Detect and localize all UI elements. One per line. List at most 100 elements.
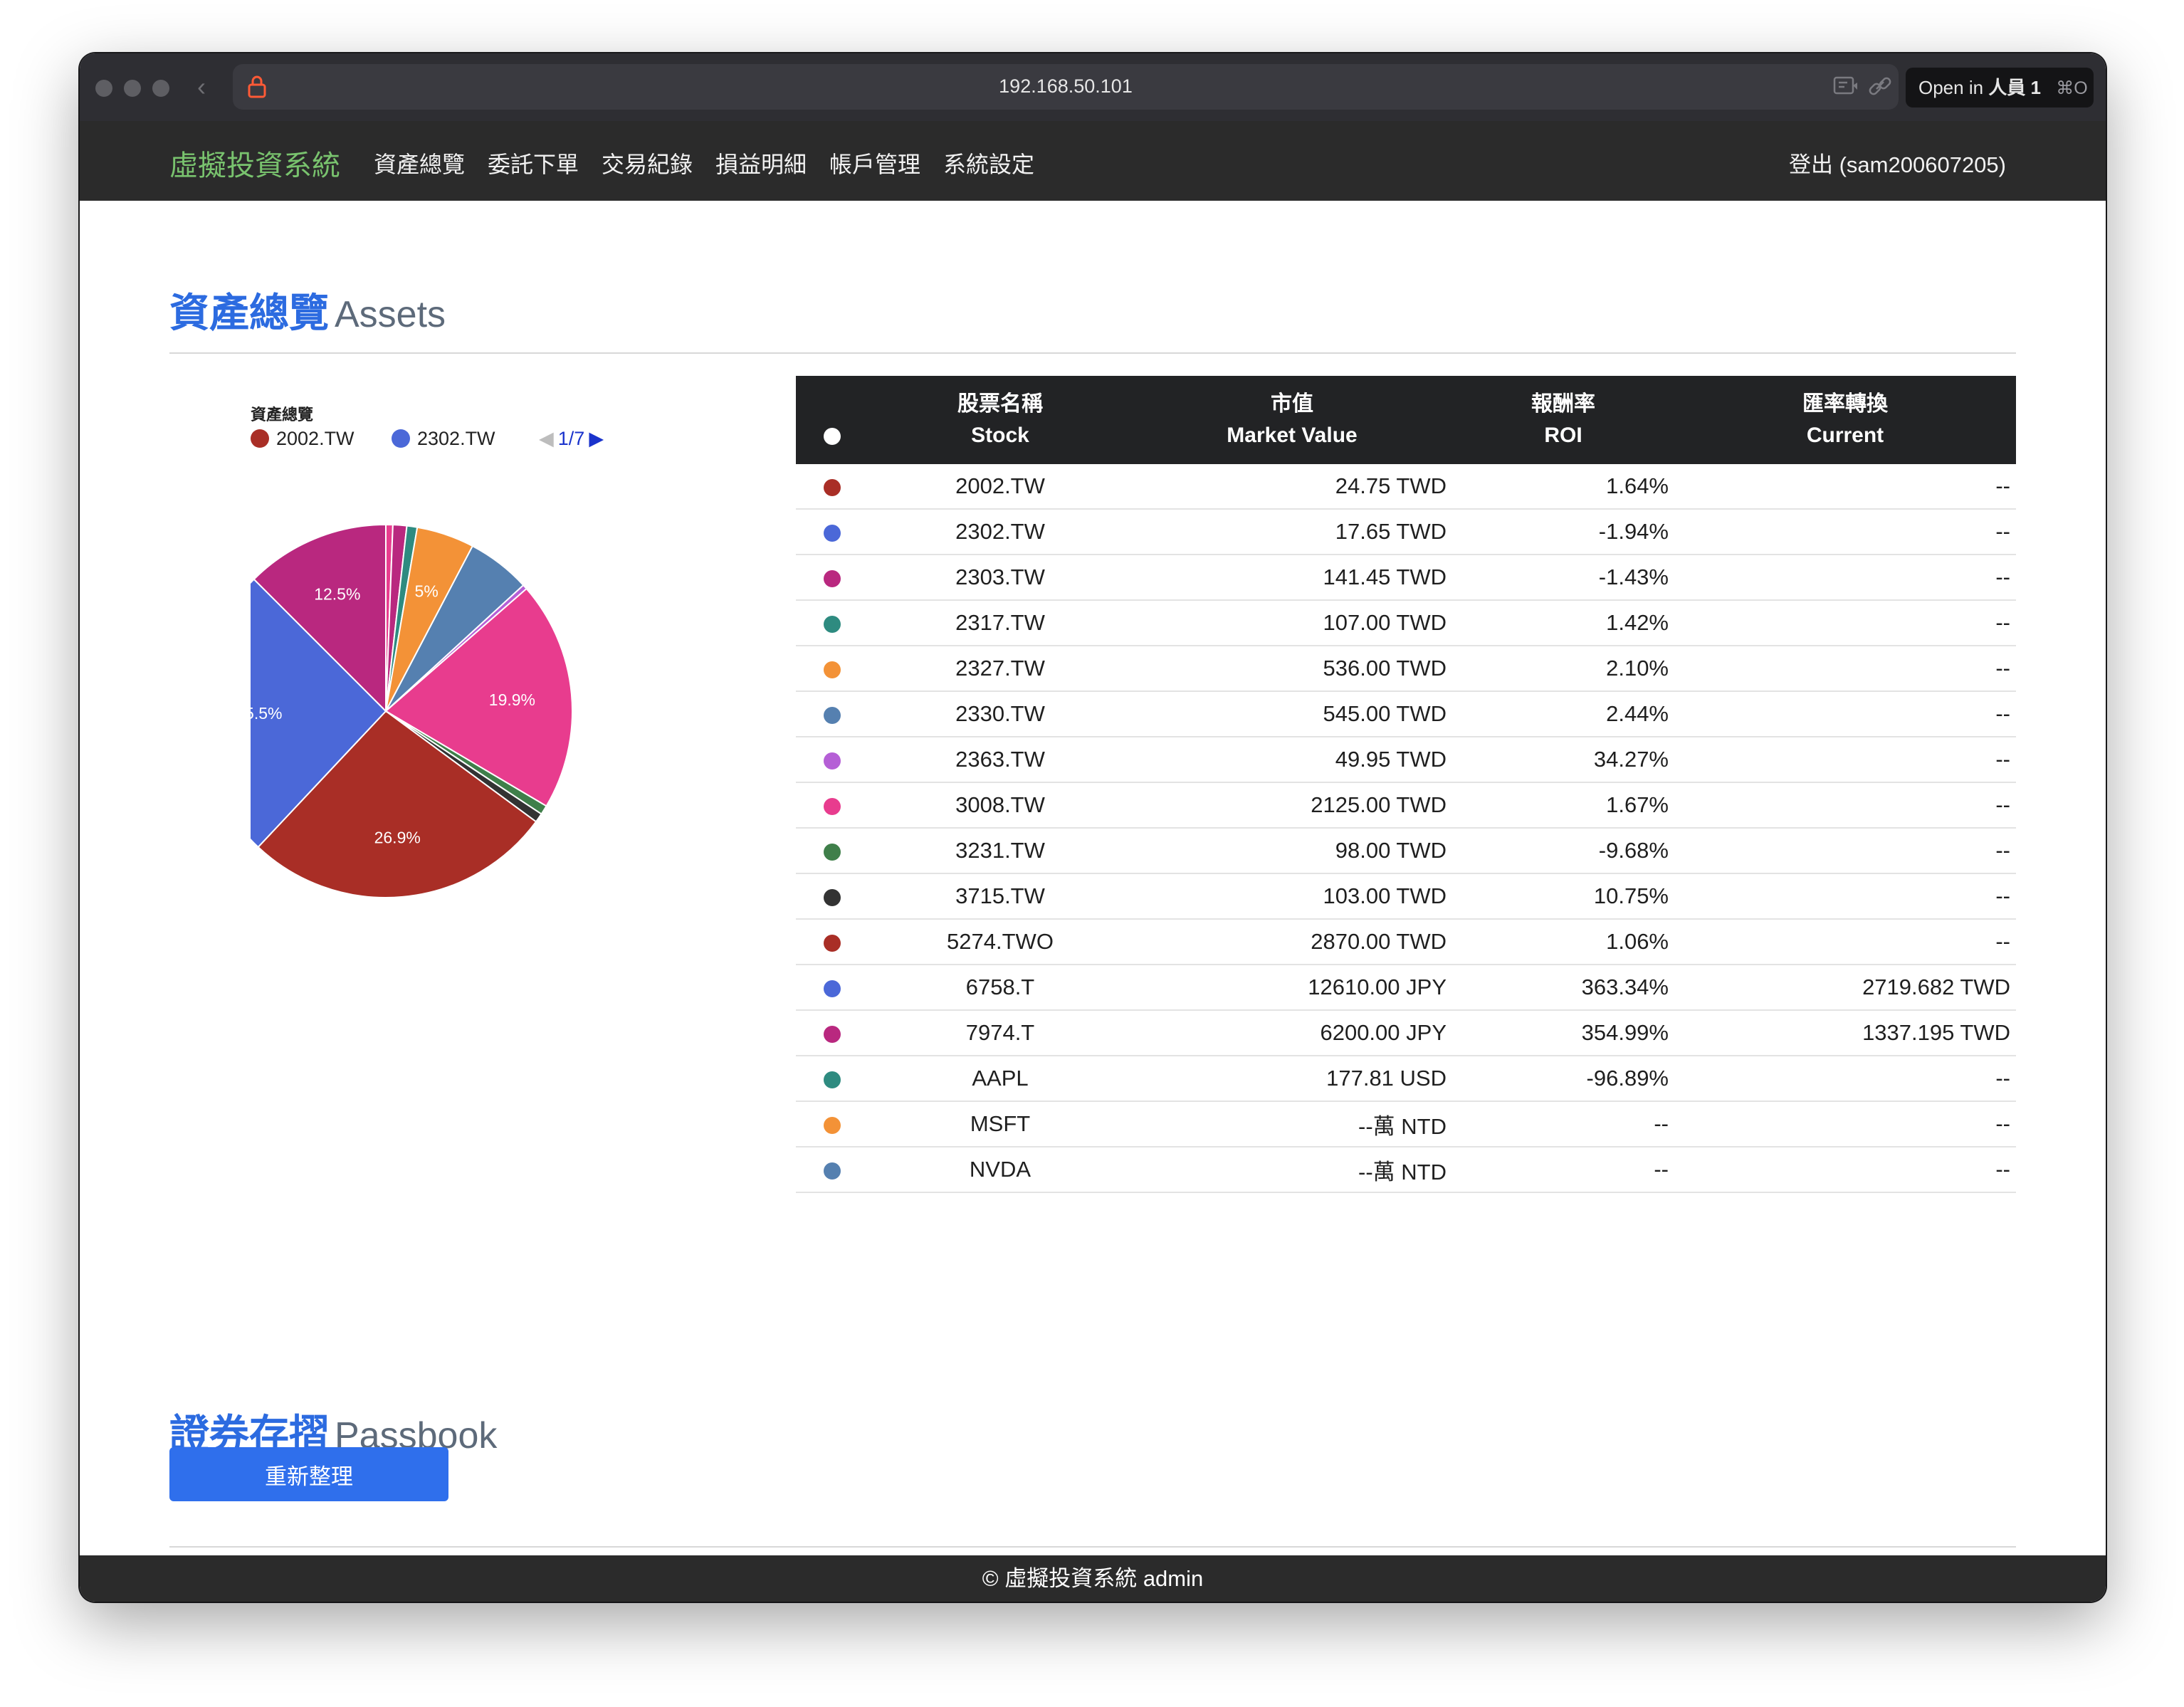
table-row[interactable]: MSFT --萬 NTD -- -- bbox=[796, 1101, 2016, 1147]
table-row[interactable]: 2317.TW 107.00 TWD 1.42% -- bbox=[796, 600, 2016, 646]
market-value: 545.00 TWD bbox=[1132, 691, 1452, 737]
row-dot-icon bbox=[824, 843, 841, 861]
table-row[interactable]: NVDA --萬 NTD -- -- bbox=[796, 1147, 2016, 1193]
divider bbox=[169, 352, 2016, 354]
header-cur-en: Current bbox=[1806, 424, 1884, 447]
header-stock[interactable]: 股票名稱 Stock bbox=[868, 376, 1132, 464]
table-row[interactable]: 3008.TW 2125.00 TWD 1.67% -- bbox=[796, 782, 2016, 829]
market-value: 98.00 TWD bbox=[1132, 828, 1452, 874]
row-dot-icon bbox=[824, 615, 841, 633]
roi-value: 363.34% bbox=[1452, 965, 1674, 1011]
market-value: 24.75 TWD bbox=[1132, 464, 1452, 510]
url-text[interactable]: 192.168.50.101 bbox=[233, 75, 1899, 98]
roi-value: 34.27% bbox=[1452, 737, 1674, 783]
row-dot-icon bbox=[824, 1071, 841, 1088]
nav-item-account[interactable]: 帳戶管理 bbox=[829, 147, 920, 179]
market-value: 6200.00 JPY bbox=[1132, 1010, 1452, 1056]
row-color-dot bbox=[796, 555, 868, 601]
table-body: 2002.TW 24.75 TWD 1.64% -- 2302.TW 17.65 TWD -… bbox=[796, 464, 2016, 1193]
logout-link[interactable]: 登出 (sam200607205) bbox=[1789, 147, 2006, 179]
roi-value: 10.75% bbox=[1452, 873, 1674, 920]
header-dot-col bbox=[796, 376, 868, 464]
stock-name: 2302.TW bbox=[868, 509, 1132, 555]
table-row[interactable]: 3231.TW 98.00 TWD -9.68% -- bbox=[796, 828, 2016, 874]
address-bar[interactable]: 192.168.50.101 bbox=[233, 64, 1899, 110]
roi-value: -- bbox=[1452, 1147, 1674, 1193]
converted-value: -- bbox=[1674, 555, 2016, 601]
table-row[interactable]: 2303.TW 141.45 TWD -1.43% -- bbox=[796, 555, 2016, 601]
window-close-button[interactable] bbox=[95, 80, 112, 97]
market-value: 141.45 TWD bbox=[1132, 555, 1452, 601]
header-stock-zh: 股票名稱 bbox=[957, 392, 1043, 416]
table-row[interactable]: 5274.TWO 2870.00 TWD 1.06% -- bbox=[796, 919, 2016, 965]
market-value: 2125.00 TWD bbox=[1132, 782, 1452, 829]
stock-name: 6758.T bbox=[868, 965, 1132, 1011]
stock-name: 2327.TW bbox=[868, 646, 1132, 692]
row-dot-icon bbox=[824, 934, 841, 952]
table-row[interactable]: 2363.TW 49.95 TWD 34.27% -- bbox=[796, 737, 2016, 783]
open-in-label: Open in bbox=[1918, 77, 1984, 98]
nav-item-order[interactable]: 委託下單 bbox=[488, 147, 579, 179]
row-color-dot bbox=[796, 646, 868, 692]
row-color-dot bbox=[796, 828, 868, 874]
market-value: 177.81 USD bbox=[1132, 1056, 1452, 1102]
roi-value: 1.67% bbox=[1452, 782, 1674, 829]
table-row[interactable]: 2330.TW 545.00 TWD 2.44% -- bbox=[796, 691, 2016, 737]
open-in-profile-button[interactable]: Open in 人員 1 ⌘O bbox=[1906, 68, 2094, 107]
header-market-value[interactable]: 市值 Market Value bbox=[1132, 376, 1452, 464]
table-row[interactable]: 7974.T 6200.00 JPY 354.99% 1337.195 TWD bbox=[796, 1010, 2016, 1056]
table-row[interactable]: 2302.TW 17.65 TWD -1.94% -- bbox=[796, 509, 2016, 555]
row-dot-icon bbox=[824, 706, 841, 724]
nav-item-settings[interactable]: 系統設定 bbox=[943, 147, 1034, 179]
reader-mode-icon[interactable] bbox=[1832, 74, 1859, 98]
header-roi-en: ROI bbox=[1544, 424, 1582, 447]
header-roi[interactable]: 報酬率 ROI bbox=[1452, 376, 1674, 464]
market-value: 2870.00 TWD bbox=[1132, 919, 1452, 965]
shortcut-hint: ⌘O bbox=[2056, 78, 2088, 98]
link-icon[interactable] bbox=[1867, 74, 1894, 98]
back-arrow-icon[interactable]: ‹ bbox=[197, 72, 206, 102]
header-dot-icon bbox=[824, 428, 841, 446]
window-minimize-button[interactable] bbox=[124, 80, 141, 97]
nav-item-assets[interactable]: 資產總覽 bbox=[374, 147, 465, 179]
roi-value: 2.10% bbox=[1452, 646, 1674, 692]
refresh-button[interactable]: 重新整理 bbox=[169, 1447, 448, 1501]
market-value: 49.95 TWD bbox=[1132, 737, 1452, 783]
pie-svg: 5% 19.9% 26.9% 25.5% 12.5% bbox=[251, 523, 573, 898]
roi-value: 354.99% bbox=[1452, 1010, 1674, 1056]
row-dot-icon bbox=[824, 1116, 841, 1134]
row-color-dot bbox=[796, 600, 868, 646]
roi-value: 1.06% bbox=[1452, 919, 1674, 965]
row-dot-icon bbox=[824, 752, 841, 770]
converted-value: -- bbox=[1674, 737, 2016, 783]
chart-title: 資產總覽 bbox=[251, 406, 314, 424]
app-navbar: 虛擬投資系統 資產總覽 委託下單 交易紀錄 損益明細 帳戶管理 系統設定 登出 … bbox=[80, 121, 2106, 201]
converted-value: -- bbox=[1674, 828, 2016, 874]
brand-link[interactable]: 虛擬投資系統 bbox=[169, 142, 340, 184]
header-mv-zh: 市值 bbox=[1271, 392, 1313, 416]
pie-slice-label: 12.5% bbox=[314, 584, 360, 603]
header-mv-en: Market Value bbox=[1227, 424, 1358, 447]
row-dot-icon bbox=[824, 478, 841, 496]
converted-value: -- bbox=[1674, 464, 2016, 510]
table-row[interactable]: AAPL 177.81 USD -96.89% -- bbox=[796, 1056, 2016, 1102]
header-current[interactable]: 匯率轉換 Current bbox=[1674, 376, 2016, 464]
window-zoom-button[interactable] bbox=[152, 80, 169, 97]
market-value: --萬 NTD bbox=[1132, 1101, 1452, 1147]
table-row[interactable]: 2327.TW 536.00 TWD 2.10% -- bbox=[796, 646, 2016, 692]
row-color-dot bbox=[796, 919, 868, 965]
table-row[interactable]: 3715.TW 103.00 TWD 10.75% -- bbox=[796, 873, 2016, 920]
stock-name: 3715.TW bbox=[868, 873, 1132, 920]
market-value: 12610.00 JPY bbox=[1132, 965, 1452, 1011]
converted-value: -- bbox=[1674, 600, 2016, 646]
table-row[interactable]: 6758.T 12610.00 JPY 363.34% 2719.682 TWD bbox=[796, 965, 2016, 1011]
row-color-dot bbox=[796, 509, 868, 555]
pie-slice-label: 19.9% bbox=[489, 690, 535, 709]
converted-value: -- bbox=[1674, 1101, 2016, 1147]
stock-name: AAPL bbox=[868, 1056, 1132, 1102]
table-row[interactable]: 2002.TW 24.75 TWD 1.64% -- bbox=[796, 464, 2016, 510]
header-stock-en: Stock bbox=[971, 424, 1029, 447]
nav-item-transactions[interactable]: 交易紀錄 bbox=[602, 147, 693, 179]
nav-item-profit-loss[interactable]: 損益明細 bbox=[715, 147, 807, 179]
converted-value: -- bbox=[1674, 919, 2016, 965]
